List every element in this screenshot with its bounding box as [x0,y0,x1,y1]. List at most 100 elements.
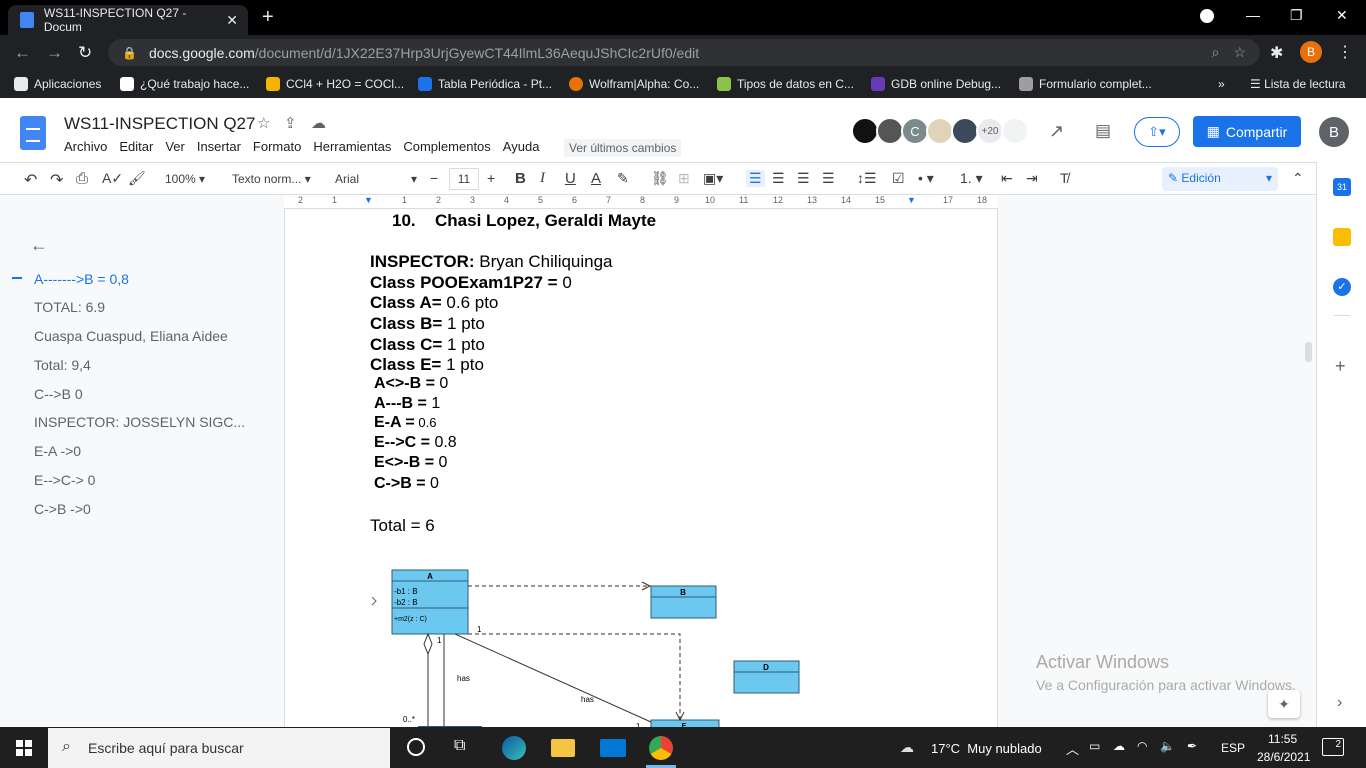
edge-icon[interactable] [502,736,526,760]
move-icon[interactable]: ⇪ [284,114,297,132]
highlight-icon[interactable]: ✎ [617,170,629,187]
text-color-icon[interactable]: A [591,170,601,187]
font-select[interactable]: Arial ▾ [335,172,417,186]
collaborator-avatar[interactable] [951,117,979,145]
forward-icon[interactable]: → [46,43,63,63]
print-icon[interactable]: ⎙ [76,170,88,187]
style-select[interactable]: Texto norm... ▾ [232,172,311,186]
pen-icon[interactable]: ✒ [1187,739,1197,753]
address-bar[interactable]: 🔒 docs.google.com/document/d/1JX22E37Hrp… [108,39,1260,66]
battery-icon[interactable]: ▭ [1089,739,1100,753]
numbered-list-icon[interactable]: 1. ▾ [960,170,983,187]
more-bookmarks-button[interactable]: » [1218,77,1225,91]
link-icon[interactable]: ⛓ [651,170,669,187]
network-cloud-icon[interactable]: ☁ [1113,739,1125,753]
collaborators-icon[interactable] [1001,117,1029,145]
weather-text[interactable]: 17°C Muy nublado [931,741,1042,756]
close-window-icon[interactable]: ✕ [1336,7,1348,24]
language-indicator[interactable]: ESP [1221,741,1245,755]
menu-complementos[interactable]: Complementos [403,139,490,154]
docs-logo-icon[interactable] [20,116,46,150]
outline-item[interactable]: INSPECTOR: JOSSELYN SIGC... [34,414,245,430]
bookmark-item[interactable]: Wolfram|Alpha: Co... [569,77,699,91]
spellcheck-icon[interactable]: A✓ [102,170,123,187]
checklist-icon[interactable]: ☑ [892,170,905,187]
close-tab-icon[interactable]: ✕ [226,12,238,29]
menu-insertar[interactable]: Insertar [197,139,241,154]
windows-start-icon[interactable] [16,740,32,756]
restore-icon[interactable]: ❐ [1290,7,1303,24]
volume-icon[interactable]: 🔈 [1160,739,1175,753]
align-right-icon[interactable]: ☰ [797,170,810,187]
outline-item[interactable]: E-A ->0 [34,443,81,459]
collaborator-avatar[interactable] [851,117,879,145]
clock-date[interactable]: 28/6/2021 [1257,750,1310,764]
menu-ayuda[interactable]: Ayuda [503,139,540,154]
back-icon[interactable]: ← [14,43,31,63]
account-avatar[interactable]: B [1319,117,1349,147]
line-spacing-icon[interactable]: ↕☰ [857,170,877,187]
reload-icon[interactable]: ↻ [78,43,92,63]
collaborator-avatar[interactable] [876,117,904,145]
close-outline-arrow-icon[interactable]: ← [30,235,48,256]
file-explorer-icon[interactable] [551,739,575,757]
outline-item[interactable]: A------->B = 0,8 [34,271,129,287]
add-addon-icon[interactable]: + [1335,356,1346,377]
decrease-font-icon[interactable]: − [430,170,438,186]
right-indent-marker-icon[interactable]: ▼ [907,195,916,205]
taskbar-search[interactable]: ⌕ Escribe aquí para buscar [48,728,390,768]
profile-dropdown-icon[interactable] [1200,9,1214,23]
decrease-indent-icon[interactable]: ⇤ [1001,170,1013,187]
clear-format-icon[interactable]: T̸ [1060,170,1069,186]
indent-marker-icon[interactable]: ▼ [364,195,373,205]
bold-icon[interactable]: B [515,170,526,187]
justify-icon[interactable]: ☰ [822,170,835,187]
bookmark-star-icon[interactable]: ☆ [1233,44,1246,61]
italic-icon[interactable]: I [540,170,545,187]
outline-item[interactable]: C-->B 0 [34,386,83,402]
underline-icon[interactable]: U [565,170,576,187]
insert-image-icon[interactable]: ▣▾ [703,170,723,187]
last-edit-link[interactable]: Ver últimos cambios [564,139,682,157]
align-left-icon[interactable]: ☰ [746,170,765,187]
collaborator-avatar[interactable] [926,117,954,145]
bulleted-list-icon[interactable]: • ▾ [918,170,934,187]
outline-item[interactable]: Total: 9,4 [34,357,91,373]
menu-dots-icon[interactable]: ⋮ [1337,42,1353,62]
tasks-icon[interactable]: ✓ [1333,278,1351,296]
share-button[interactable]: ▦ Compartir [1193,116,1301,147]
increase-font-icon[interactable]: + [487,170,495,186]
redo-icon[interactable]: ↷ [50,170,63,190]
show-hidden-icons-icon[interactable]: ︿ [1066,739,1079,758]
outline-item[interactable]: E-->C-> 0 [34,472,95,488]
notifications-icon[interactable]: 2 [1322,738,1344,756]
profile-avatar[interactable]: B [1300,41,1322,63]
outline-item[interactable]: TOTAL: 6.9 [34,299,105,315]
collaborator-avatar[interactable]: C [901,117,929,145]
add-comment-icon[interactable]: ⊞ [678,170,690,187]
document-title[interactable]: WS11-INSPECTION Q27 [64,114,255,134]
undo-icon[interactable]: ↶ [24,170,37,190]
menu-ver[interactable]: Ver [165,139,185,154]
comments-icon[interactable]: ▤ [1095,121,1111,141]
menu-archivo[interactable]: Archivo [64,139,107,154]
bookmark-item[interactable]: ¿Qué trabajo hace... [120,77,249,91]
zoom-search-icon[interactable]: ⌕ [1212,44,1220,61]
bookmark-apps[interactable]: Aplicaciones [14,77,101,91]
weather-icon[interactable]: ☁ [900,739,914,756]
paint-format-icon[interactable]: 🖌 [128,170,146,187]
reading-list-button[interactable]: ☰ Lista de lectura [1250,77,1345,91]
cortana-icon[interactable] [407,738,425,756]
menu-formato[interactable]: Formato [253,139,301,154]
outline-item[interactable]: C->B ->0 [34,501,91,517]
uml-diagram-image[interactable]: A -b1 : B -b2 : B +m2(z : C) B D E has h… [360,560,800,727]
calendar-icon[interactable]: 31 [1333,178,1351,196]
star-icon[interactable]: ☆ [257,114,270,132]
chrome-icon[interactable] [649,736,673,760]
bookmark-item[interactable]: Tipos de datos en C... [717,77,854,91]
cloud-status-icon[interactable]: ☁ [311,114,326,132]
wifi-icon[interactable]: ◠ [1137,739,1147,753]
keep-icon[interactable] [1333,228,1351,246]
clock-time[interactable]: 11:55 [1268,732,1297,746]
font-size-input[interactable]: 11 [449,168,479,190]
